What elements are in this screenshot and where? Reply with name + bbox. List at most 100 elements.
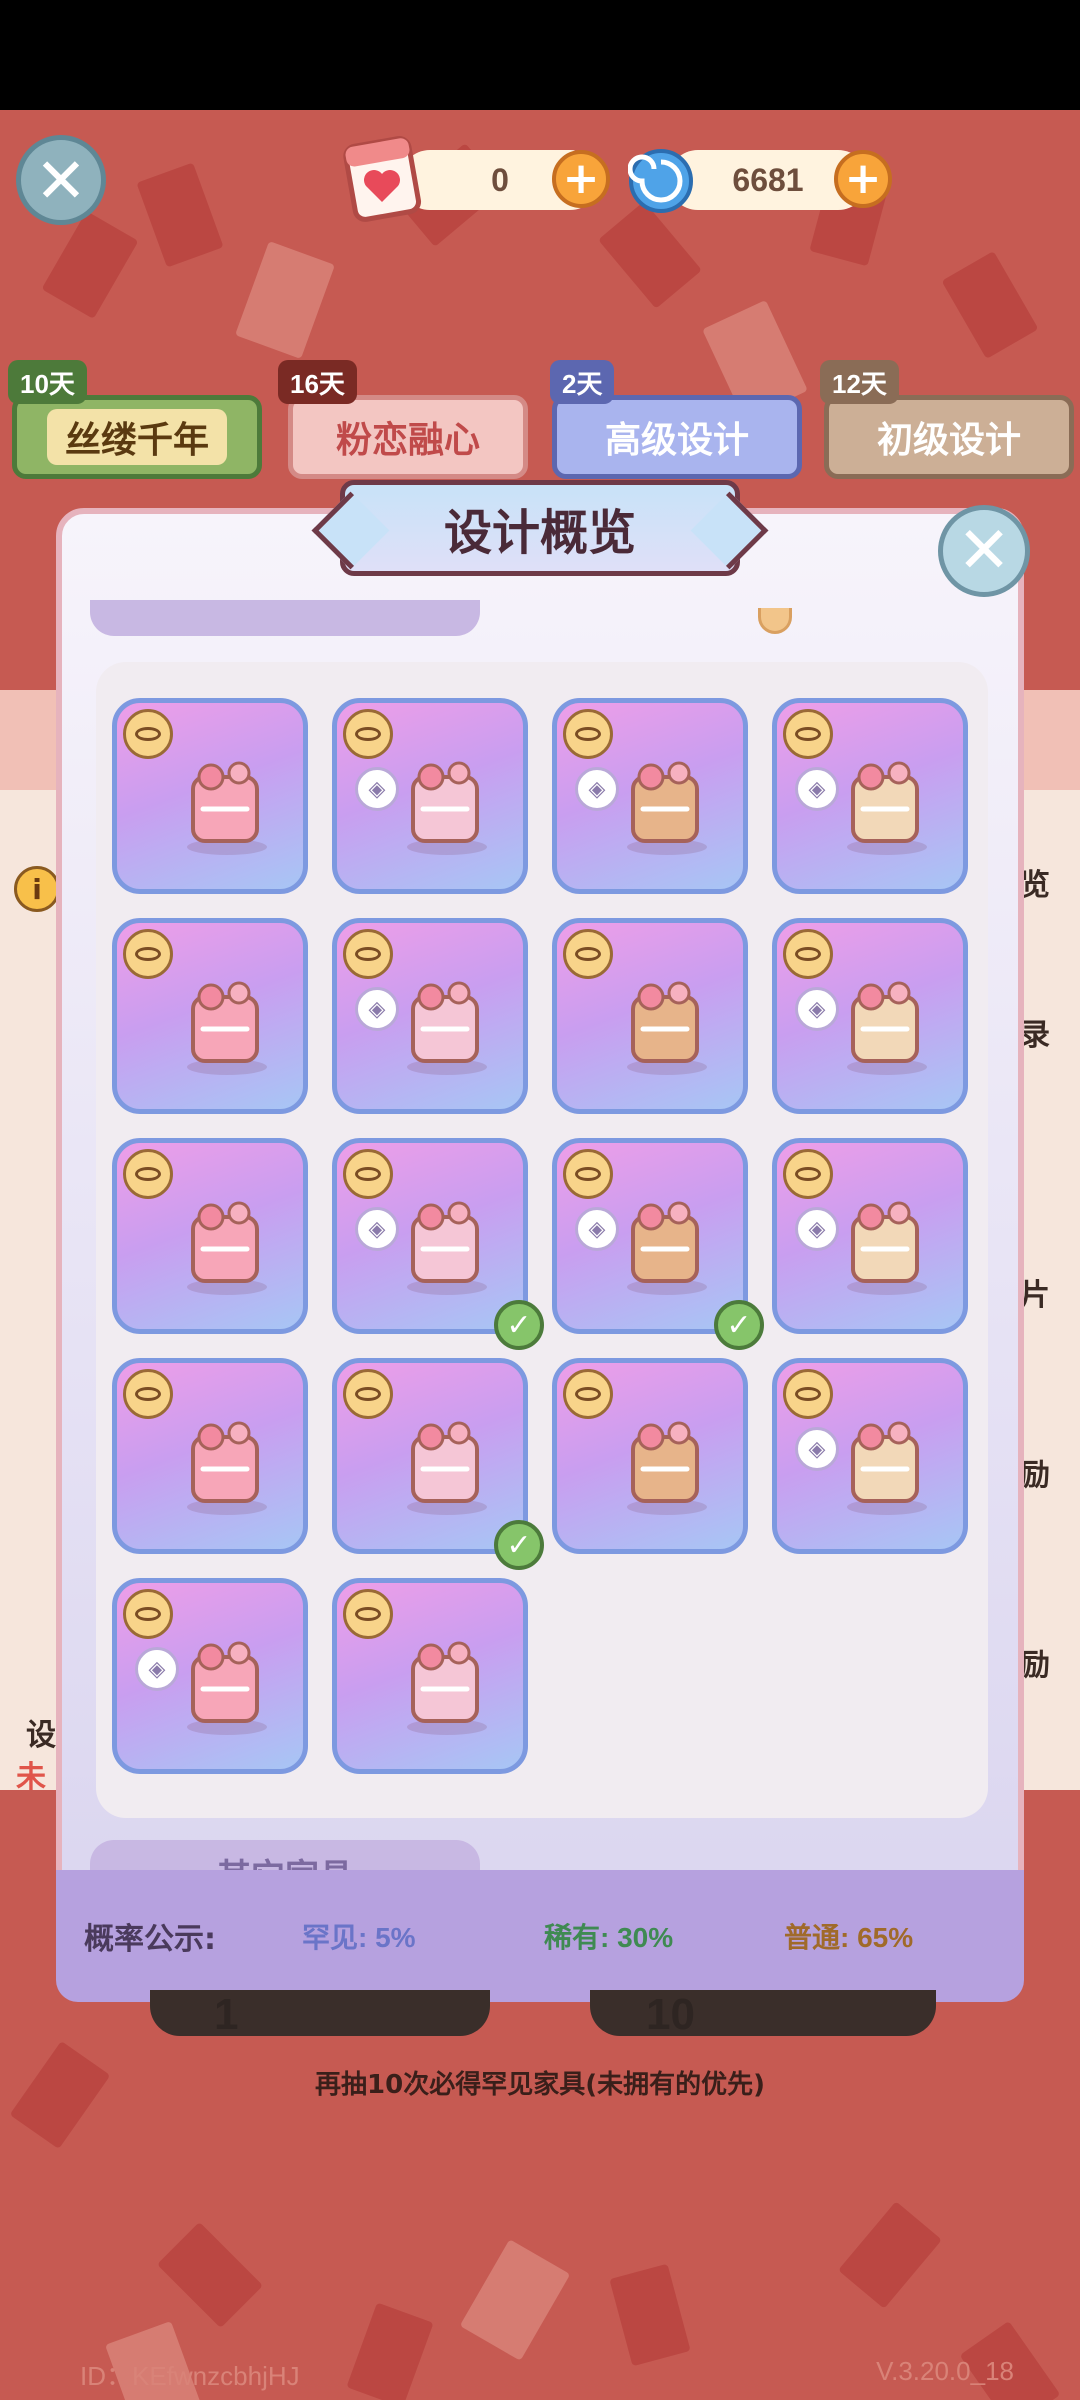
- preview-eye-icon[interactable]: [123, 1369, 173, 1419]
- tab-label: 粉恋融心: [335, 420, 480, 461]
- tab-days-badge: 16天: [278, 360, 357, 404]
- owned-check-icon: ✓: [494, 1300, 544, 1350]
- probability-bar: 概率公示: 罕见: 5% 稀有: 30% 普通: 65%: [56, 1870, 1024, 2002]
- rose-floor-lamp-icon: [187, 761, 267, 855]
- info-icon[interactable]: i: [14, 866, 60, 912]
- preview-eye-icon[interactable]: [783, 1369, 833, 1419]
- probability-uncommon: 稀有: 30%: [544, 1922, 674, 1953]
- add-tickets-button[interactable]: +: [552, 150, 610, 208]
- owned-check-icon: ✓: [714, 1300, 764, 1350]
- probability-rare: 罕见: 5%: [302, 1922, 416, 1953]
- preview-eye-icon[interactable]: [343, 929, 393, 979]
- preview-eye-icon[interactable]: [783, 709, 833, 759]
- side-label: 片: [1020, 1278, 1050, 1313]
- close-icon[interactable]: ✕: [16, 135, 106, 225]
- tab-basic-design[interactable]: 初级设计: [824, 395, 1074, 479]
- furniture-item-rose-door[interactable]: ◈: [772, 1358, 968, 1554]
- furniture-item-wine-dinner-table[interactable]: ◈: [772, 918, 968, 1114]
- furniture-item-rose-harp[interactable]: ◈: [772, 1138, 968, 1334]
- tab-pink-love[interactable]: 粉恋融心: [288, 395, 528, 479]
- furniture-item-rose-birdcage[interactable]: ◈: [112, 1578, 308, 1774]
- draw-ten-button[interactable]: [590, 1990, 936, 2036]
- wine-dinner-table-icon: [847, 981, 927, 1075]
- heart-garland-icon: [407, 1421, 487, 1515]
- side-label: 览: [1020, 868, 1050, 903]
- furniture-item-rose-bouquet[interactable]: [112, 1138, 308, 1334]
- rose-curtain-icon: [847, 761, 927, 855]
- rose-arched-window-icon: [627, 1421, 707, 1515]
- gem-count: 6681: [732, 161, 804, 198]
- probability-common: 普通: 65%: [784, 1922, 914, 1953]
- preview-eye-icon[interactable]: [563, 1369, 613, 1419]
- furniture-item-rose-curtain[interactable]: ◈: [772, 698, 968, 894]
- furniture-item-draped-table[interactable]: [112, 918, 308, 1114]
- heart-back-chair-icon: [627, 761, 707, 855]
- tab-label: 丝缕千年: [46, 409, 227, 465]
- preview-eye-icon[interactable]: [123, 1149, 173, 1199]
- rose-birdcage-icon: [187, 1641, 267, 1735]
- cupid-bear-pillar-icon: [627, 981, 707, 1075]
- side-label: 设: [26, 1718, 56, 1753]
- preview-eye-icon[interactable]: [563, 1149, 613, 1199]
- rose-bouquet-icon: [187, 1201, 267, 1295]
- rose-petal-rug-icon: [407, 1641, 487, 1735]
- tab-days-badge: 10天: [8, 360, 87, 404]
- player-id: ID：KEfwnzcbhjHJ: [80, 2361, 300, 2391]
- modal-title: 设计概览: [340, 480, 740, 576]
- preview-eye-icon[interactable]: [783, 929, 833, 979]
- add-gems-button[interactable]: +: [834, 150, 892, 208]
- preview-eye-icon[interactable]: [123, 929, 173, 979]
- tab-days-badge: 12天: [820, 360, 899, 404]
- furniture-item-rose-petal-rug[interactable]: [332, 1578, 528, 1774]
- furniture-item-rose-cake-box[interactable]: ◈: [332, 1138, 528, 1334]
- side-label: 未: [16, 1760, 46, 1795]
- side-label: 录: [1020, 1018, 1050, 1053]
- modal-title-text: 设计概览: [443, 505, 636, 561]
- probability-label: 概率公示:: [84, 1922, 216, 1957]
- side-label: 励: [1020, 1648, 1050, 1683]
- rose-door-icon: [847, 1421, 927, 1515]
- furniture-item-rose-carriage[interactable]: ◈: [332, 918, 528, 1114]
- status-bar: [0, 0, 1080, 110]
- preview-eye-icon[interactable]: [783, 1149, 833, 1199]
- rose-cake-box-icon: [407, 1201, 487, 1295]
- furniture-item-rose-arched-window[interactable]: [552, 1358, 748, 1554]
- preview-eye-icon[interactable]: [563, 709, 613, 759]
- tab-label: 高级设计: [604, 420, 749, 461]
- preview-eye-icon[interactable]: [123, 709, 173, 759]
- furniture-item-rose-floor-lamp[interactable]: [112, 698, 308, 894]
- furniture-item-heart-garland[interactable]: [332, 1358, 528, 1554]
- preview-eye-icon[interactable]: [563, 929, 613, 979]
- tab-label: 初级设计: [876, 420, 1021, 461]
- ticket-icon: [340, 128, 424, 224]
- section-header-top: [90, 600, 480, 636]
- draped-table-icon: [187, 981, 267, 1075]
- preview-eye-icon[interactable]: [343, 709, 393, 759]
- version-label: V.3.20.0_18: [876, 2356, 1014, 2386]
- rose-harp-icon: [847, 1201, 927, 1295]
- tab-silk[interactable]: 丝缕千年: [12, 395, 262, 479]
- draw-once-count: 1: [214, 1990, 239, 2039]
- preview-eye-icon[interactable]: [123, 1589, 173, 1639]
- preview-eye-icon[interactable]: [343, 1369, 393, 1419]
- furniture-item-rose-umbrella[interactable]: ◈: [552, 1138, 748, 1334]
- swirl-gem-icon: [628, 148, 694, 214]
- furniture-item-bear-couple-heart[interactable]: [112, 1358, 308, 1554]
- owned-check-icon: ✓: [494, 1520, 544, 1570]
- furniture-item-heart-back-chair[interactable]: ◈: [552, 698, 748, 894]
- preview-eye-icon[interactable]: [343, 1589, 393, 1639]
- furniture-item-cupid-bear-pillar[interactable]: [552, 918, 748, 1114]
- side-label: 励: [1020, 1458, 1050, 1493]
- rose-carriage-icon: [407, 981, 487, 1075]
- ribbon-cart-bed-icon: [407, 761, 487, 855]
- tab-advanced-design[interactable]: 高级设计: [552, 395, 802, 479]
- tab-days-badge: 2天: [550, 360, 615, 404]
- bear-couple-heart-icon: [187, 1421, 267, 1515]
- preview-eye-icon[interactable]: [343, 1149, 393, 1199]
- draw-ten-count: 10: [646, 1990, 695, 2039]
- furniture-item-ribbon-cart-bed[interactable]: ◈: [332, 698, 528, 894]
- draw-once-button[interactable]: [150, 1990, 490, 2036]
- close-modal-icon[interactable]: ✕: [938, 505, 1030, 597]
- ticket-count: 0: [491, 161, 509, 198]
- pity-notice: 再抽10次必得罕见家具(未拥有的优先): [315, 2070, 765, 2100]
